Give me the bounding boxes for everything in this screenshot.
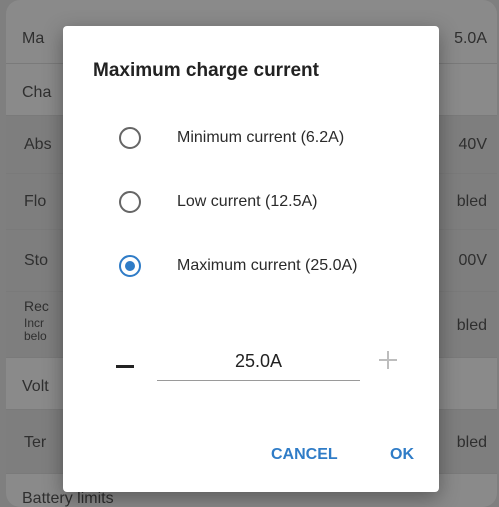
section-label: Battery limits <box>22 490 114 507</box>
section-label: Cha <box>22 84 52 101</box>
radio-checked-icon[interactable] <box>119 255 141 277</box>
section-label: Volt <box>22 378 49 395</box>
cancel-button[interactable]: CANCEL <box>271 446 338 464</box>
option-label: Minimum current (6.2A) <box>177 129 345 146</box>
setting-label: Sto <box>24 252 49 269</box>
option-label: Maximum current (25.0A) <box>177 257 358 274</box>
setting-label: Flo <box>24 193 47 210</box>
setting-value: bled <box>456 434 487 451</box>
setting-value: 5.0A <box>454 30 487 47</box>
current-value-input[interactable] <box>157 342 360 381</box>
radio-unchecked-icon[interactable] <box>119 191 141 213</box>
setting-sublabel: belo <box>24 329 47 343</box>
increment-button[interactable] <box>376 348 400 372</box>
minus-icon <box>116 365 134 368</box>
option-maximum-current[interactable]: Maximum current (25.0A) <box>119 251 419 281</box>
option-low-current[interactable]: Low current (12.5A) <box>119 187 419 217</box>
setting-label: Abs <box>24 136 52 153</box>
setting-value: 40V <box>458 136 487 153</box>
setting-label: Rec <box>24 298 49 314</box>
radio-unchecked-icon[interactable] <box>119 127 141 149</box>
dialog-title: Maximum charge current <box>93 60 319 81</box>
decrement-button[interactable] <box>113 354 137 378</box>
setting-value: 00V <box>458 252 487 269</box>
setting-value: bled <box>456 317 487 334</box>
setting-label: Ma <box>22 30 45 47</box>
ok-button[interactable]: OK <box>390 446 414 464</box>
setting-label: Ter <box>24 434 47 451</box>
option-minimum-current[interactable]: Minimum current (6.2A) <box>119 123 419 153</box>
option-label: Low current (12.5A) <box>177 193 318 210</box>
max-charge-current-dialog: Maximum charge current Minimum current (… <box>63 26 439 492</box>
setting-value: bled <box>456 193 487 210</box>
